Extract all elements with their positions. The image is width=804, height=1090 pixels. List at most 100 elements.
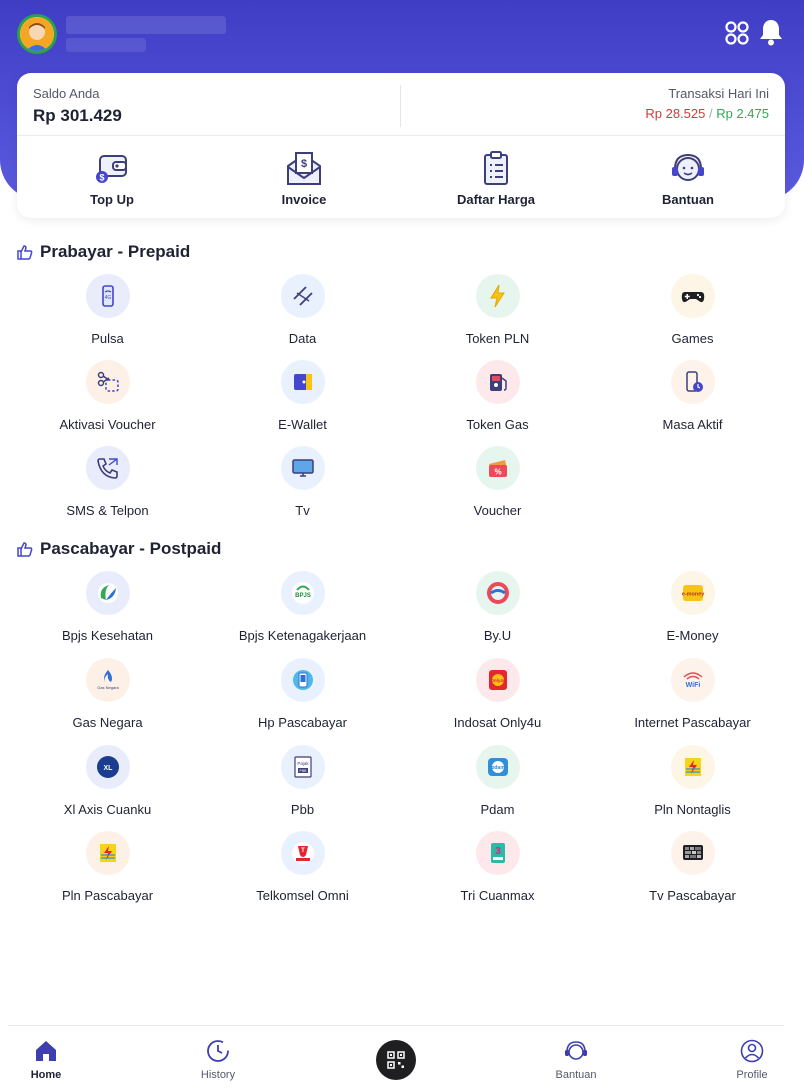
nav-profile[interactable]: Profile xyxy=(712,1038,792,1081)
service-tri-cuanmax[interactable]: 3 Tri Cuanmax xyxy=(400,831,595,903)
service-label: Bpjs Kesehatan xyxy=(61,628,154,643)
invoice-icon: $ xyxy=(287,152,321,185)
service-token-pln[interactable]: Token PLN xyxy=(400,274,595,346)
service-label: E-Money xyxy=(666,628,719,643)
scan-button[interactable] xyxy=(376,1040,416,1080)
service-tv[interactable]: Tv xyxy=(205,446,400,518)
transactions-in-value: Rp 2.475 xyxy=(716,106,769,121)
user-avatar[interactable] xyxy=(17,14,57,54)
tri-icon: 3 xyxy=(475,831,520,875)
transactions-label: Transaksi Hari Ini xyxy=(668,86,769,101)
wallet-icon: $ xyxy=(96,155,127,183)
xl-axis-icon: XL xyxy=(85,745,130,789)
help-label: Bantuan xyxy=(662,192,714,207)
service-hp-pascabayar[interactable]: Hp Pascabayar xyxy=(205,658,400,730)
profile-icon xyxy=(740,1039,764,1063)
postpaid-title-text: Pascabayar - Postpaid xyxy=(40,539,222,558)
service-label: E-Wallet xyxy=(278,417,327,432)
top-up-button[interactable]: $ Top Up xyxy=(52,150,172,207)
nav-history[interactable]: History xyxy=(178,1038,258,1081)
telkomsel-icon: T xyxy=(280,831,325,875)
service-label: Internet Pascabayar xyxy=(634,715,751,730)
service-bpjs-ketenagakerjaan[interactable]: BPJS Bpjs Ketenagakerjaan xyxy=(205,571,400,643)
gas-icon xyxy=(475,360,520,404)
service-tv-pascabayar[interactable]: Tv Pascabayar xyxy=(595,831,790,903)
service-aktivasi-voucher[interactable]: Aktivasi Voucher xyxy=(10,360,205,432)
postpaid-section-title: Pascabayar - Postpaid xyxy=(17,539,221,559)
service-label: Tri Cuanmax xyxy=(460,888,535,903)
service-data[interactable]: Data xyxy=(205,274,400,346)
emoney-icon: e-money xyxy=(670,571,715,615)
support-icon xyxy=(672,153,704,181)
prepaid-title-text: Prabayar - Prepaid xyxy=(40,242,191,261)
help-button[interactable]: Bantuan xyxy=(628,150,748,207)
avatar-icon xyxy=(20,17,54,51)
service-label: Gas Negara xyxy=(72,715,143,730)
balance-card: Saldo Anda Rp 301.429 Transaksi Hari Ini… xyxy=(17,73,785,218)
data-icon xyxy=(280,274,325,318)
service-label: Xl Axis Cuanku xyxy=(63,802,152,817)
history-icon xyxy=(207,1040,229,1062)
price-list-button[interactable]: Daftar Harga xyxy=(436,150,556,207)
service-pln-pascabayar[interactable]: Pln Pascabayar xyxy=(10,831,205,903)
service-label: Pln Pascabayar xyxy=(61,888,154,903)
service-voucher[interactable]: % Voucher xyxy=(400,446,595,518)
nav-bantuan-label: Bantuan xyxy=(555,1069,597,1081)
svg-text:4G: 4G xyxy=(104,295,111,301)
service-pbb[interactable]: Pajak PBB Pbb xyxy=(205,745,400,817)
service-token-gas[interactable]: Token Gas xyxy=(400,360,595,432)
service-telkomsel-omni[interactable]: T Telkomsel Omni xyxy=(205,831,400,903)
service-label: Aktivasi Voucher xyxy=(59,417,156,432)
service-games[interactable]: Games xyxy=(595,274,790,346)
service-label: Indosat Only4u xyxy=(453,715,542,730)
voucher-icon: % xyxy=(475,446,520,490)
svg-text:$: $ xyxy=(99,173,104,183)
price-list-label: Daftar Harga xyxy=(456,192,536,207)
bell-icon[interactable] xyxy=(758,18,784,46)
service-internet-pascabayar[interactable]: WiFi Internet Pascabayar xyxy=(595,658,790,730)
service-label: Tv Pascabayar xyxy=(649,888,736,903)
nav-home[interactable]: Home xyxy=(6,1038,86,1081)
service-pln-nontaglis[interactable]: Pln Nontaglis xyxy=(595,745,790,817)
balance-summary: Saldo Anda Rp 301.429 Transaksi Hari Ini… xyxy=(17,73,785,136)
transactions-out-value: Rp 28.525 xyxy=(645,106,706,121)
svg-text:3: 3 xyxy=(495,846,501,857)
svg-text:%: % xyxy=(494,468,501,477)
service-label: Hp Pascabayar xyxy=(258,715,347,730)
service-byu[interactable]: By.U xyxy=(400,571,595,643)
user-name-redacted xyxy=(66,16,226,34)
service-label: Pdam xyxy=(480,802,515,817)
service-xl-axis-cuanku[interactable]: XL Xl Axis Cuanku xyxy=(10,745,205,817)
grid-icon[interactable] xyxy=(724,20,750,46)
pln-icon xyxy=(670,745,715,789)
service-e-wallet[interactable]: E-Wallet xyxy=(205,360,400,432)
support-icon xyxy=(565,1041,587,1060)
tv-icon xyxy=(280,446,325,490)
gas-negara-icon: Gas Negara xyxy=(85,658,130,702)
service-bpjs-kesehatan[interactable]: Bpjs Kesehatan xyxy=(10,571,205,643)
svg-text:XL: XL xyxy=(103,765,113,772)
service-label: Voucher xyxy=(473,503,522,518)
clipboard-icon xyxy=(484,151,508,185)
lightning-icon xyxy=(475,274,520,318)
service-label: Pln Nontaglis xyxy=(654,802,731,817)
card-divider xyxy=(400,85,401,127)
svg-text:Gas Negara: Gas Negara xyxy=(97,685,119,690)
nav-history-label: History xyxy=(200,1069,236,1081)
svg-text:PBB: PBB xyxy=(299,769,307,773)
service-sms-telpon[interactable]: SMS & Telpon xyxy=(10,446,205,518)
invoice-button[interactable]: $ Invoice xyxy=(244,150,364,207)
nav-bantuan[interactable]: Bantuan xyxy=(536,1038,616,1081)
service-pulsa[interactable]: 4G Pulsa xyxy=(10,274,205,346)
svg-text:e-money: e-money xyxy=(681,592,705,598)
phone-clock-icon xyxy=(670,360,715,404)
gamepad-icon xyxy=(670,274,715,318)
service-indosat-only4u[interactable]: Only4u Indosat Only4u xyxy=(400,658,595,730)
service-pdam[interactable]: pdam Pdam xyxy=(400,745,595,817)
service-gas-negara[interactable]: Gas Negara Gas Negara xyxy=(10,658,205,730)
service-e-money[interactable]: e-money E-Money xyxy=(595,571,790,643)
scissors-icon xyxy=(85,360,130,404)
service-masa-aktif[interactable]: Masa Aktif xyxy=(595,360,790,432)
user-id-redacted xyxy=(66,38,146,52)
transactions-value: Rp 28.525 / Rp 2.475 xyxy=(645,106,769,121)
